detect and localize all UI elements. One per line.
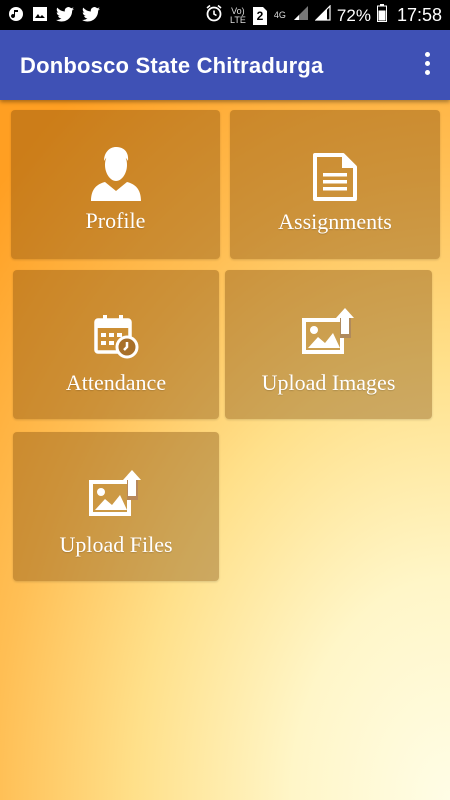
assignments-tile[interactable]: Assignments <box>230 110 440 259</box>
assignments-label: Assignments <box>278 209 392 234</box>
app-bar: Donbosco State Chitradurga <box>0 30 450 100</box>
upload-files-label: Upload Files <box>59 532 173 557</box>
twitter-icon <box>56 6 74 27</box>
profile-tile[interactable]: Profile <box>11 110 220 259</box>
person-icon <box>88 145 144 208</box>
attendance-tile[interactable]: Attendance <box>13 270 219 419</box>
clock: 17:58 <box>396 5 442 25</box>
image-upload-icon <box>300 306 358 361</box>
app-title: Donbosco State Chitradurga <box>20 53 324 78</box>
document-icon <box>312 152 358 207</box>
network-type-label: 4G <box>273 10 286 20</box>
alarm-icon <box>205 4 223 27</box>
attendance-label: Attendance <box>65 370 167 395</box>
sim-badge: 2 <box>256 8 264 23</box>
upload-images-label: Upload Images <box>261 370 396 395</box>
calendar-clock-icon <box>92 312 140 365</box>
notification-icons <box>8 6 100 27</box>
battery-icon <box>376 4 387 27</box>
status-bar: Vo) LTE 2 4G 72% 17:58 <box>0 0 450 30</box>
profile-label: Profile <box>85 208 146 233</box>
twitter-icon <box>82 6 100 27</box>
music-app-icon <box>8 6 24 27</box>
volte-icon: Vo) LTE <box>230 5 246 25</box>
system-icons: Vo) LTE 2 4G 72% 17:58 <box>205 4 442 27</box>
upload-images-tile[interactable]: Upload Images <box>225 270 432 419</box>
sim-icon: 2 <box>252 6 267 25</box>
more-vert-icon[interactable] <box>422 52 432 80</box>
upload-files-tile[interactable]: Upload Files <box>13 432 219 581</box>
signal-icon <box>314 4 331 26</box>
battery-percent: 72% <box>336 5 371 25</box>
signal-icon <box>293 5 309 26</box>
image-upload-icon <box>87 468 145 523</box>
image-notification-icon <box>32 6 48 27</box>
